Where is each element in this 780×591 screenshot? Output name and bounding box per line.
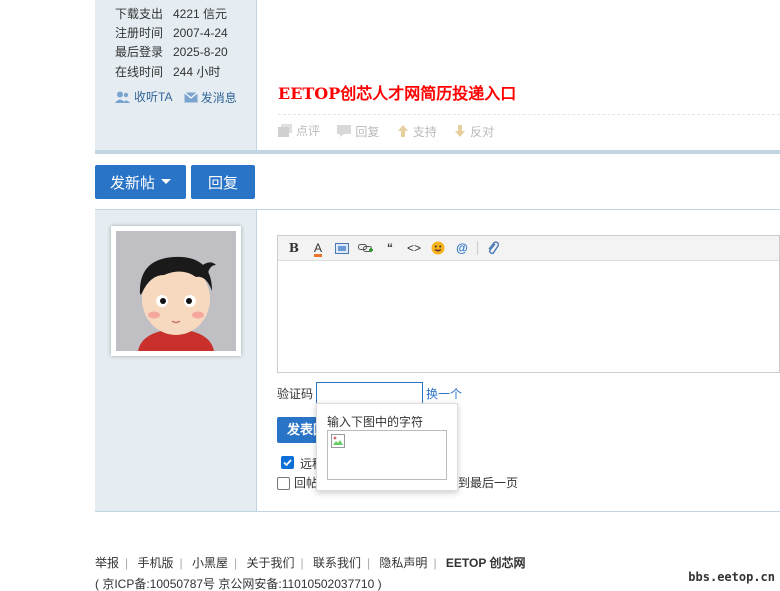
footer-link-privacy[interactable]: 隐私声明 (379, 556, 427, 570)
site-watermark: bbs.eetop.cn (688, 570, 775, 584)
footer-pipe: | (233, 556, 238, 570)
new-post-button[interactable]: 发新帖 (95, 165, 186, 199)
stat-register: 注册时间 2007-4-24 (115, 26, 228, 40)
toolbar-separator (477, 241, 478, 255)
captcha-popup: 输入下图中的字符 (316, 403, 458, 491)
stat-last-login: 最后登录 2025-8-20 (115, 45, 228, 59)
oppose-button[interactable]: 反对 (454, 123, 494, 140)
footer-link-blackroom[interactable]: 小黑屋 (192, 556, 228, 570)
reply-sidebar (95, 210, 257, 511)
goto-last-prefix: 回帖 (294, 476, 319, 490)
footer-link-about[interactable]: 关于我们 (246, 556, 294, 570)
code-icon[interactable]: <> (402, 238, 426, 258)
avatar (111, 226, 241, 356)
footer-brand[interactable]: EETOP 创芯网 (446, 556, 526, 570)
submit-reply-button[interactable]: 发表回复 (277, 417, 317, 443)
footer-link-contact[interactable]: 联系我们 (313, 556, 361, 570)
font-color-icon[interactable]: A (306, 238, 330, 258)
bold-icon[interactable]: B (282, 238, 306, 258)
divider (278, 114, 780, 115)
footer-link-mobile[interactable]: 手机版 (137, 556, 173, 570)
post-operations: 点评 回复 支持 反对 (278, 122, 508, 140)
editor-toolbar: B A “ <> @ (278, 236, 779, 261)
reply-button-inline[interactable]: 回复 (337, 123, 379, 140)
goto-last-suffix: 到最后一页 (458, 476, 519, 490)
footer-links: 举报 | 手机版 | 小黑屋 | 关于我们 | 联系我们 | 隐私声明 | EETOP 创芯… (95, 555, 525, 571)
avatar-image (116, 231, 236, 351)
message-link[interactable]: 发消息 (183, 88, 237, 108)
captcha-input[interactable] (316, 382, 423, 405)
remote-checkbox[interactable] (281, 456, 294, 469)
smiley-icon[interactable] (426, 238, 450, 258)
reply-button[interactable]: 回复 (191, 165, 255, 199)
footer-pipe: | (125, 556, 129, 570)
thumbs-down-icon (455, 125, 466, 137)
follow-icon (115, 91, 130, 103)
footer-pipe: | (366, 556, 371, 570)
footer-link-report[interactable]: 举报 (95, 556, 119, 570)
stat-download: 下载支出 4221 信元 (115, 7, 228, 21)
comment-icon (278, 124, 292, 137)
reply-icon (337, 125, 352, 137)
icp-record: ( 京ICP备:10050787号 京公网安备:11010502037710 ) (95, 577, 382, 591)
footer-pipe: | (179, 556, 183, 570)
captcha-change-link[interactable]: 换一个 (426, 385, 462, 403)
stat-online: 在线时间 244 小时 (115, 65, 221, 79)
link-icon[interactable] (354, 238, 378, 258)
goto-last-checkbox[interactable] (277, 477, 290, 490)
attachment-icon[interactable] (481, 238, 505, 258)
footer-pipe: | (433, 556, 437, 570)
quote-icon[interactable]: “ (378, 238, 402, 258)
captcha-popup-text: 输入下图中的字符 (327, 415, 424, 429)
follow-link[interactable]: 收听TA (115, 87, 172, 107)
user-info-sidebar: 下载支出 4221 信元 注册时间 2007-4-24 最后登录 2025-8-20 … (95, 0, 257, 152)
mention-icon[interactable]: @ (450, 238, 474, 258)
captcha-image[interactable] (327, 430, 447, 480)
comment-button[interactable]: 点评 (278, 122, 320, 139)
check-icon (283, 459, 292, 467)
envelope-icon (183, 92, 198, 103)
footer-pipe: | (300, 556, 304, 570)
user-actions: 收听TA 发消息 (115, 87, 245, 107)
reply-editor[interactable]: B A “ <> @ (277, 235, 780, 373)
support-button[interactable]: 支持 (397, 123, 437, 140)
captcha-label: 验证码 (277, 387, 314, 401)
post-separator (95, 150, 780, 154)
resume-ad-link[interactable]: EETOP创芯人才网简历投递入口 (278, 80, 516, 104)
caret-down-icon (161, 179, 171, 184)
image-icon[interactable] (330, 238, 354, 258)
thumbs-up-icon (397, 125, 408, 137)
broken-image-icon (331, 434, 345, 448)
